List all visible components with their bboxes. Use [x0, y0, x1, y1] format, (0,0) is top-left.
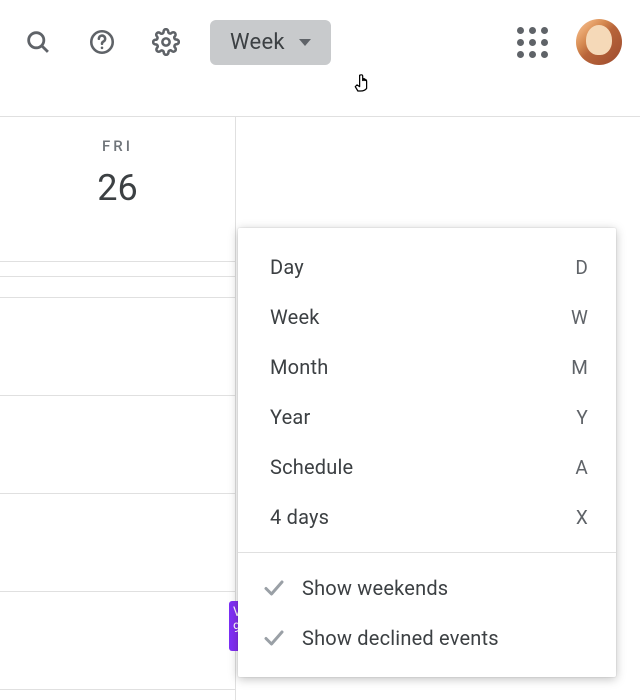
weekday-label: FRI	[0, 137, 235, 155]
menu-item-label: Schedule	[270, 455, 353, 479]
menu-item-week[interactable]: Week W	[238, 292, 616, 342]
menu-item-schedule[interactable]: Schedule A	[238, 442, 616, 492]
menu-item-shortcut: D	[575, 256, 588, 279]
help-icon[interactable]	[82, 22, 122, 62]
check-icon	[262, 576, 286, 600]
chevron-down-icon	[299, 39, 311, 46]
apps-icon[interactable]	[512, 22, 552, 62]
toggle-label: Show weekends	[302, 576, 448, 600]
menu-item-shortcut: A	[575, 456, 588, 479]
menu-item-year[interactable]: Year Y	[238, 392, 616, 442]
day-number[interactable]: 26	[0, 167, 235, 209]
menu-item-label: 4 days	[270, 505, 329, 529]
toolbar: Week	[0, 0, 640, 84]
menu-item-label: Month	[270, 355, 328, 379]
menu-item-shortcut: M	[571, 356, 588, 379]
view-switcher-button[interactable]: Week	[210, 20, 331, 65]
menu-item-shortcut: Y	[576, 406, 588, 429]
check-icon	[262, 626, 286, 650]
avatar[interactable]	[576, 19, 622, 65]
menu-item-label: Year	[270, 405, 310, 429]
toggle-show-weekends[interactable]: Show weekends	[238, 563, 616, 613]
menu-item-month[interactable]: Month M	[238, 342, 616, 392]
toggle-show-declined[interactable]: Show declined events	[238, 613, 616, 663]
settings-icon[interactable]	[146, 22, 186, 62]
time-grid	[0, 261, 236, 700]
menu-separator	[238, 552, 616, 553]
view-switcher-label: Week	[230, 30, 285, 55]
menu-item-label: Week	[270, 305, 320, 329]
toggle-label: Show declined events	[302, 626, 499, 650]
menu-item-4days[interactable]: 4 days X	[238, 492, 616, 542]
search-icon[interactable]	[18, 22, 58, 62]
calendar-area: FRI 26 V 9 Day D Week W Month M Year Y	[0, 117, 640, 700]
menu-item-day[interactable]: Day D	[238, 242, 616, 292]
view-switcher-menu: Day D Week W Month M Year Y Schedule A 4…	[238, 228, 616, 677]
menu-item-shortcut: W	[571, 306, 588, 329]
menu-item-shortcut: X	[576, 506, 588, 529]
menu-item-label: Day	[270, 255, 304, 279]
